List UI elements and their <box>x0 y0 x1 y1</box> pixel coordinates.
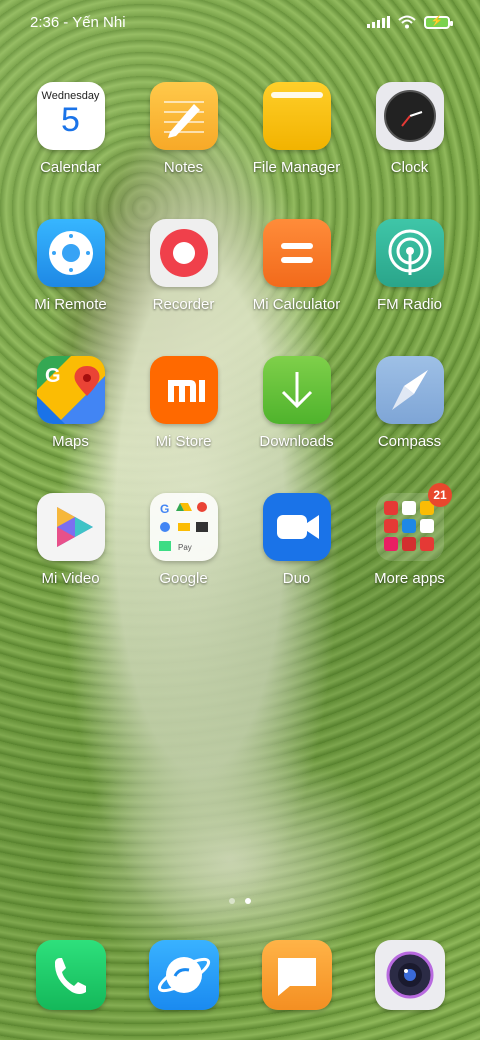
download-icon <box>262 356 331 424</box>
camera-icon <box>374 940 445 1010</box>
calendar-day: 5 <box>61 101 80 139</box>
signal-icon <box>367 16 390 28</box>
app-label: FM Radio <box>376 296 443 313</box>
app-label: Clock <box>390 159 429 176</box>
app-label: Recorder <box>152 296 215 313</box>
app-label: Duo <box>282 570 311 587</box>
app-label: Maps <box>52 433 89 450</box>
svg-text:Pay: Pay <box>178 543 192 552</box>
dock-camera[interactable] <box>353 940 466 1010</box>
app-mi-store[interactable]: Mi Store <box>127 356 240 450</box>
app-downloads[interactable]: Downloads <box>240 356 353 450</box>
page-dot-active[interactable] <box>245 898 251 904</box>
app-mi-remote[interactable]: Mi Remote <box>14 219 127 313</box>
app-clock[interactable]: Clock <box>353 82 466 176</box>
folder-grid-icon: G Pay <box>149 493 218 561</box>
app-label: Mi Remote <box>34 296 107 313</box>
battery-icon: ⚡ <box>424 15 453 29</box>
messages-icon <box>261 940 332 1010</box>
app-file-manager[interactable]: File Manager <box>240 82 353 176</box>
dock-browser[interactable] <box>127 940 240 1010</box>
page-dot[interactable] <box>229 898 235 904</box>
folder-icon <box>262 82 331 150</box>
status-time: 2:36 <box>30 13 60 31</box>
app-fm-radio[interactable]: FM Radio <box>353 219 466 313</box>
app-label: File Manager <box>252 159 341 176</box>
app-label: Compass <box>377 433 442 450</box>
app-notes[interactable]: Notes <box>127 82 240 176</box>
app-label: Google <box>159 570 208 587</box>
svg-text:G: G <box>45 365 61 387</box>
app-google-folder[interactable]: G Pay Google <box>127 493 240 587</box>
app-label: Mi Store <box>155 433 212 450</box>
app-label: Notes <box>163 159 204 176</box>
phone-icon <box>35 940 106 1010</box>
app-recorder[interactable]: Recorder <box>127 219 240 313</box>
status-carrier: Yến Nhi <box>72 13 126 31</box>
status-separator: - <box>63 13 69 31</box>
app-label: Mi Calculator <box>252 296 341 313</box>
video-camera-icon <box>262 493 331 561</box>
status-bar: 2:36 - Yến Nhi ⚡ <box>0 0 480 44</box>
page-indicator <box>0 898 480 904</box>
app-maps[interactable]: G Maps <box>14 356 127 450</box>
app-grid: Wednesday 5 Calendar Notes File Manager … <box>0 82 480 630</box>
mi-logo-icon <box>149 356 218 424</box>
calculator-icon <box>262 219 331 287</box>
app-compass[interactable]: Compass <box>353 356 466 450</box>
calendar-icon: Wednesday 5 <box>36 82 105 150</box>
maps-icon: G <box>36 356 105 424</box>
compass-icon <box>375 356 444 424</box>
svg-text:G: G <box>160 502 169 516</box>
notification-badge: 21 <box>428 483 452 507</box>
app-label: Mi Video <box>41 570 100 587</box>
dock-messages[interactable] <box>240 940 353 1010</box>
radio-icon <box>375 219 444 287</box>
app-mi-calculator[interactable]: Mi Calculator <box>240 219 353 313</box>
notes-icon <box>149 82 218 150</box>
browser-icon <box>148 940 219 1010</box>
app-mi-video[interactable]: Mi Video <box>14 493 127 587</box>
app-label: Calendar <box>40 159 101 176</box>
app-calendar[interactable]: Wednesday 5 Calendar <box>14 82 127 176</box>
app-duo[interactable]: Duo <box>240 493 353 587</box>
play-icon <box>36 493 105 561</box>
app-more-apps[interactable]: 21 More apps <box>353 483 466 587</box>
recorder-icon <box>149 219 218 287</box>
clock-icon <box>375 82 444 150</box>
remote-icon <box>36 219 105 287</box>
wifi-icon <box>398 15 416 29</box>
dock-phone[interactable] <box>14 940 127 1010</box>
app-label: More apps <box>374 570 445 587</box>
dock <box>0 940 480 1010</box>
app-label: Downloads <box>259 433 334 450</box>
